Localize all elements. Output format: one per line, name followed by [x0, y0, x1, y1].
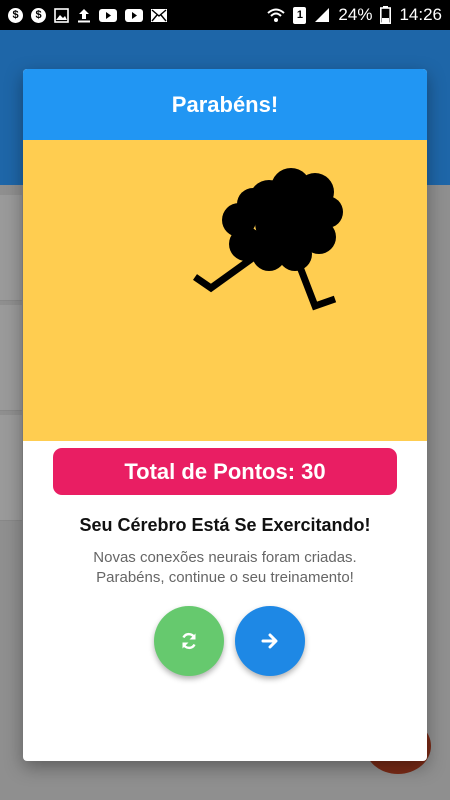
- youtube-icon: [125, 8, 143, 22]
- message-line: Novas conexões neurais foram criadas.: [93, 549, 357, 566]
- background-list-item: [0, 415, 22, 521]
- status-bar: $ $ 1 24% 14:26: [0, 0, 450, 30]
- background-list-item: [0, 305, 22, 411]
- battery-percent: 24%: [338, 5, 373, 24]
- youtube-icon: [99, 8, 117, 22]
- dialog-heading: Seu Cérebro Está Se Exercitando!: [79, 515, 371, 535]
- sim-badge: 1: [296, 9, 303, 21]
- dollar-icon: $: [31, 7, 46, 23]
- running-brain-illustration: [23, 140, 427, 441]
- background-list-item: [0, 195, 22, 301]
- arrow-right-icon: [261, 633, 278, 649]
- dollar-icon: $: [8, 7, 23, 23]
- image-icon: [54, 7, 69, 23]
- battery-icon: [380, 6, 392, 24]
- signal-icon: [314, 7, 330, 23]
- sim-card-icon: 1: [293, 6, 307, 24]
- wifi-icon: [267, 7, 286, 23]
- mail-icon: [151, 8, 167, 22]
- next-button[interactable]: [235, 606, 305, 676]
- dialog-title: Parabéns!: [23, 69, 427, 140]
- total-points-badge: Total de Pontos: 30: [53, 448, 397, 495]
- message-line: Parabéns, continue o seu treinamento!: [96, 569, 354, 586]
- congrats-dialog: Parabéns! Total de Pontos: 30 Seu Cérebr…: [23, 69, 427, 761]
- running-brain-icon: [193, 168, 343, 311]
- upload-icon: [77, 8, 91, 23]
- refresh-icon: [182, 632, 196, 650]
- dialog-message: Novas conexões neurais foram criadas. Pa…: [43, 548, 407, 588]
- system-icons: 1 24% 14:26: [267, 5, 442, 25]
- clock: 14:26: [399, 5, 442, 24]
- notification-icons: $ $: [8, 7, 167, 23]
- restart-button[interactable]: [154, 606, 224, 676]
